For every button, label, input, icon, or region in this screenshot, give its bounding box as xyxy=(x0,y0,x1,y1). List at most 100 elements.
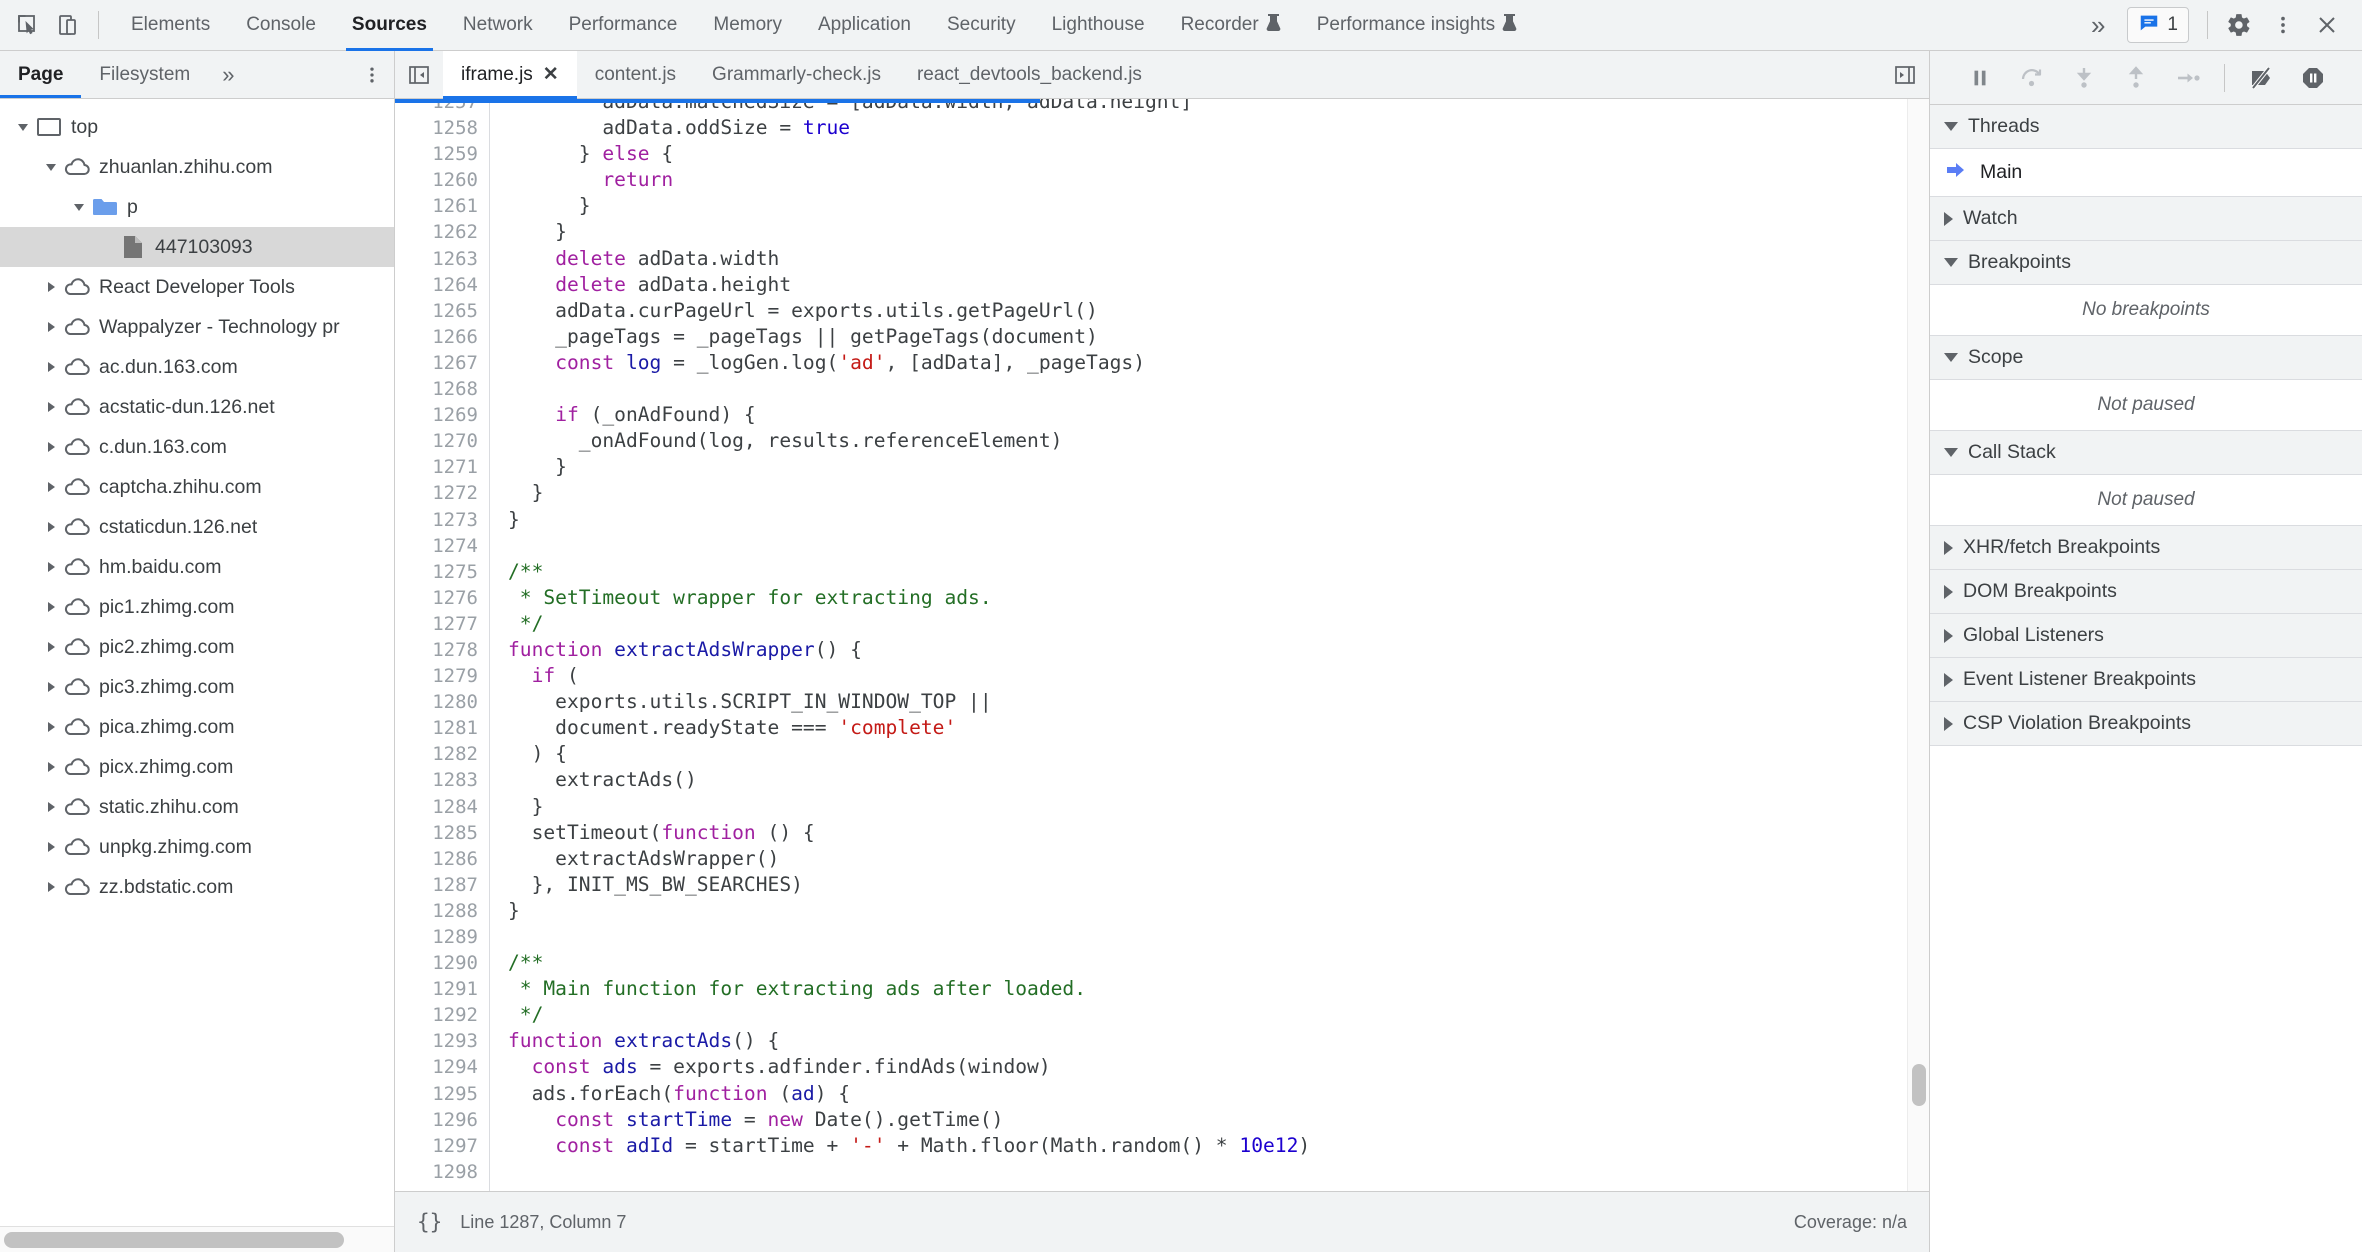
pretty-print-braces-icon[interactable]: {} xyxy=(417,1210,442,1234)
tab-application[interactable]: Application xyxy=(800,0,929,51)
source-code-viewer[interactable]: 1257 1258 1259 1260 1261 1262 1263 1264 1265 1266… xyxy=(395,99,1929,1191)
line-number[interactable]: 1275 xyxy=(395,559,478,585)
line-number[interactable]: 1266 xyxy=(395,324,478,350)
code-line[interactable]: */ xyxy=(508,1002,1929,1028)
tree-node[interactable]: unpkg.zhimg.com xyxy=(0,827,394,867)
tree-node[interactable]: cstaticdun.126.net xyxy=(0,507,394,547)
line-number[interactable]: 1280 xyxy=(395,689,478,715)
code-line[interactable]: const adId = startTime + '-' + Math.floo… xyxy=(508,1133,1929,1159)
issues-counter-button[interactable]: 1 xyxy=(2127,7,2189,43)
debugger-section-header[interactable]: Event Listener Breakpoints xyxy=(1930,658,2362,702)
navigator-more-options-icon[interactable] xyxy=(350,51,394,98)
line-number[interactable]: 1295 xyxy=(395,1081,478,1107)
line-number[interactable]: 1258 xyxy=(395,115,478,141)
code-line[interactable]: * SetTimeout wrapper for extracting ads. xyxy=(508,585,1929,611)
device-toolbar-icon[interactable] xyxy=(48,5,88,45)
chevron-right-icon[interactable] xyxy=(40,280,62,294)
chevron-down-icon[interactable] xyxy=(1944,122,1958,131)
line-number[interactable]: 1296 xyxy=(395,1107,478,1133)
tree-node[interactable]: pic1.zhimg.com xyxy=(0,587,394,627)
line-number[interactable]: 1293 xyxy=(395,1028,478,1054)
tree-node[interactable]: captcha.zhihu.com xyxy=(0,467,394,507)
chevron-right-icon[interactable] xyxy=(40,600,62,614)
line-number[interactable]: 1268 xyxy=(395,376,478,402)
code-line[interactable]: document.readyState === 'complete' xyxy=(508,715,1929,741)
chevron-right-icon[interactable] xyxy=(40,360,62,374)
collapse-navigator-icon[interactable] xyxy=(395,51,443,98)
chevron-right-icon[interactable] xyxy=(1944,716,1953,731)
tab-lighthouse[interactable]: Lighthouse xyxy=(1034,0,1163,51)
tree-node[interactable]: p xyxy=(0,187,394,227)
step-button[interactable] xyxy=(2164,56,2212,100)
debugger-section-header[interactable]: Global Listeners xyxy=(1930,614,2362,658)
code-line[interactable]: if (_onAdFound) { xyxy=(508,402,1929,428)
navigator-tab-filesystem[interactable]: Filesystem xyxy=(81,51,208,98)
line-number[interactable]: 1265 xyxy=(395,298,478,324)
line-number[interactable]: 1261 xyxy=(395,193,478,219)
tab-security[interactable]: Security xyxy=(929,0,1034,51)
tree-node[interactable]: ac.dun.163.com xyxy=(0,347,394,387)
source-code-text[interactable]: adData.matchedSize = [adData.width, adDa… xyxy=(490,99,1929,1191)
chevron-right-icon[interactable] xyxy=(40,840,62,854)
debugger-section-header[interactable]: Watch xyxy=(1930,197,2362,241)
line-number[interactable]: 1274 xyxy=(395,533,478,559)
file-tab-grammarly-check-js[interactable]: Grammarly-check.js xyxy=(694,51,899,98)
code-line[interactable]: /** xyxy=(508,950,1929,976)
line-number[interactable]: 1294 xyxy=(395,1054,478,1080)
line-number[interactable]: 1279 xyxy=(395,663,478,689)
line-number[interactable]: 1264 xyxy=(395,272,478,298)
code-line[interactable]: } xyxy=(508,219,1929,245)
scrollbar-thumb[interactable] xyxy=(4,1231,344,1248)
page-file-tree[interactable]: top zhuanlan.zhihu.com p 447103093 React Dev… xyxy=(0,99,394,1226)
step-over-next-function-call-button[interactable] xyxy=(2008,56,2056,100)
tab-network[interactable]: Network xyxy=(445,0,551,51)
chevron-right-icon[interactable] xyxy=(1944,672,1953,687)
line-number[interactable]: 1290 xyxy=(395,950,478,976)
code-line[interactable]: /** xyxy=(508,559,1929,585)
line-number[interactable]: 1281 xyxy=(395,715,478,741)
chevron-down-icon[interactable] xyxy=(68,200,90,214)
code-line[interactable]: } xyxy=(508,193,1929,219)
code-line[interactable]: adData.curPageUrl = exports.utils.getPag… xyxy=(508,298,1929,324)
debugger-section-header[interactable]: Breakpoints xyxy=(1930,241,2362,285)
code-line[interactable]: delete adData.width xyxy=(508,246,1929,272)
line-number[interactable]: 1262 xyxy=(395,219,478,245)
code-line[interactable]: const startTime = new Date().getTime() xyxy=(508,1107,1929,1133)
tree-node[interactable]: React Developer Tools xyxy=(0,267,394,307)
thread-row[interactable]: Main xyxy=(1930,149,2362,197)
chevron-right-icon[interactable] xyxy=(40,680,62,694)
code-line[interactable]: const log = _logGen.log('ad', [adData], … xyxy=(508,350,1929,376)
code-line[interactable] xyxy=(508,924,1929,950)
tab-performance-insights[interactable]: Performance insights xyxy=(1299,0,1535,51)
code-line[interactable]: } xyxy=(508,454,1929,480)
line-number[interactable]: 1267 xyxy=(395,350,478,376)
debugger-section-header[interactable]: Threads xyxy=(1930,105,2362,149)
line-number[interactable]: 1285 xyxy=(395,820,478,846)
code-line[interactable]: function extractAdsWrapper() { xyxy=(508,637,1929,663)
line-number[interactable]: 1272 xyxy=(395,480,478,506)
tree-node[interactable]: c.dun.163.com xyxy=(0,427,394,467)
tree-node[interactable]: acstatic-dun.126.net xyxy=(0,387,394,427)
code-line[interactable]: */ xyxy=(508,611,1929,637)
close-icon[interactable]: ✕ xyxy=(543,63,559,86)
tree-node[interactable]: pic2.zhimg.com xyxy=(0,627,394,667)
line-number[interactable]: 1288 xyxy=(395,898,478,924)
tree-node[interactable]: 447103093 xyxy=(0,227,394,267)
line-number[interactable]: 1278 xyxy=(395,637,478,663)
line-number[interactable]: 1259 xyxy=(395,141,478,167)
chevron-down-icon[interactable] xyxy=(1944,448,1958,457)
close-icon[interactable] xyxy=(2306,4,2348,46)
more-options-icon[interactable] xyxy=(2262,4,2304,46)
line-number[interactable]: 1286 xyxy=(395,846,478,872)
tree-node[interactable]: Wappalyzer - Technology pr xyxy=(0,307,394,347)
chevron-right-icon[interactable] xyxy=(1944,584,1953,599)
pause-on-exceptions-button[interactable] xyxy=(2289,56,2337,100)
chevron-right-icon[interactable] xyxy=(40,520,62,534)
tree-node[interactable]: zz.bdstatic.com xyxy=(0,867,394,907)
chevron-right-icon[interactable] xyxy=(40,880,62,894)
chevron-down-icon[interactable] xyxy=(12,120,34,134)
code-line[interactable]: setTimeout(function () { xyxy=(508,820,1929,846)
code-line[interactable]: exports.utils.SCRIPT_IN_WINDOW_TOP || xyxy=(508,689,1929,715)
code-line[interactable]: extractAdsWrapper() xyxy=(508,846,1929,872)
line-number[interactable]: 1284 xyxy=(395,794,478,820)
